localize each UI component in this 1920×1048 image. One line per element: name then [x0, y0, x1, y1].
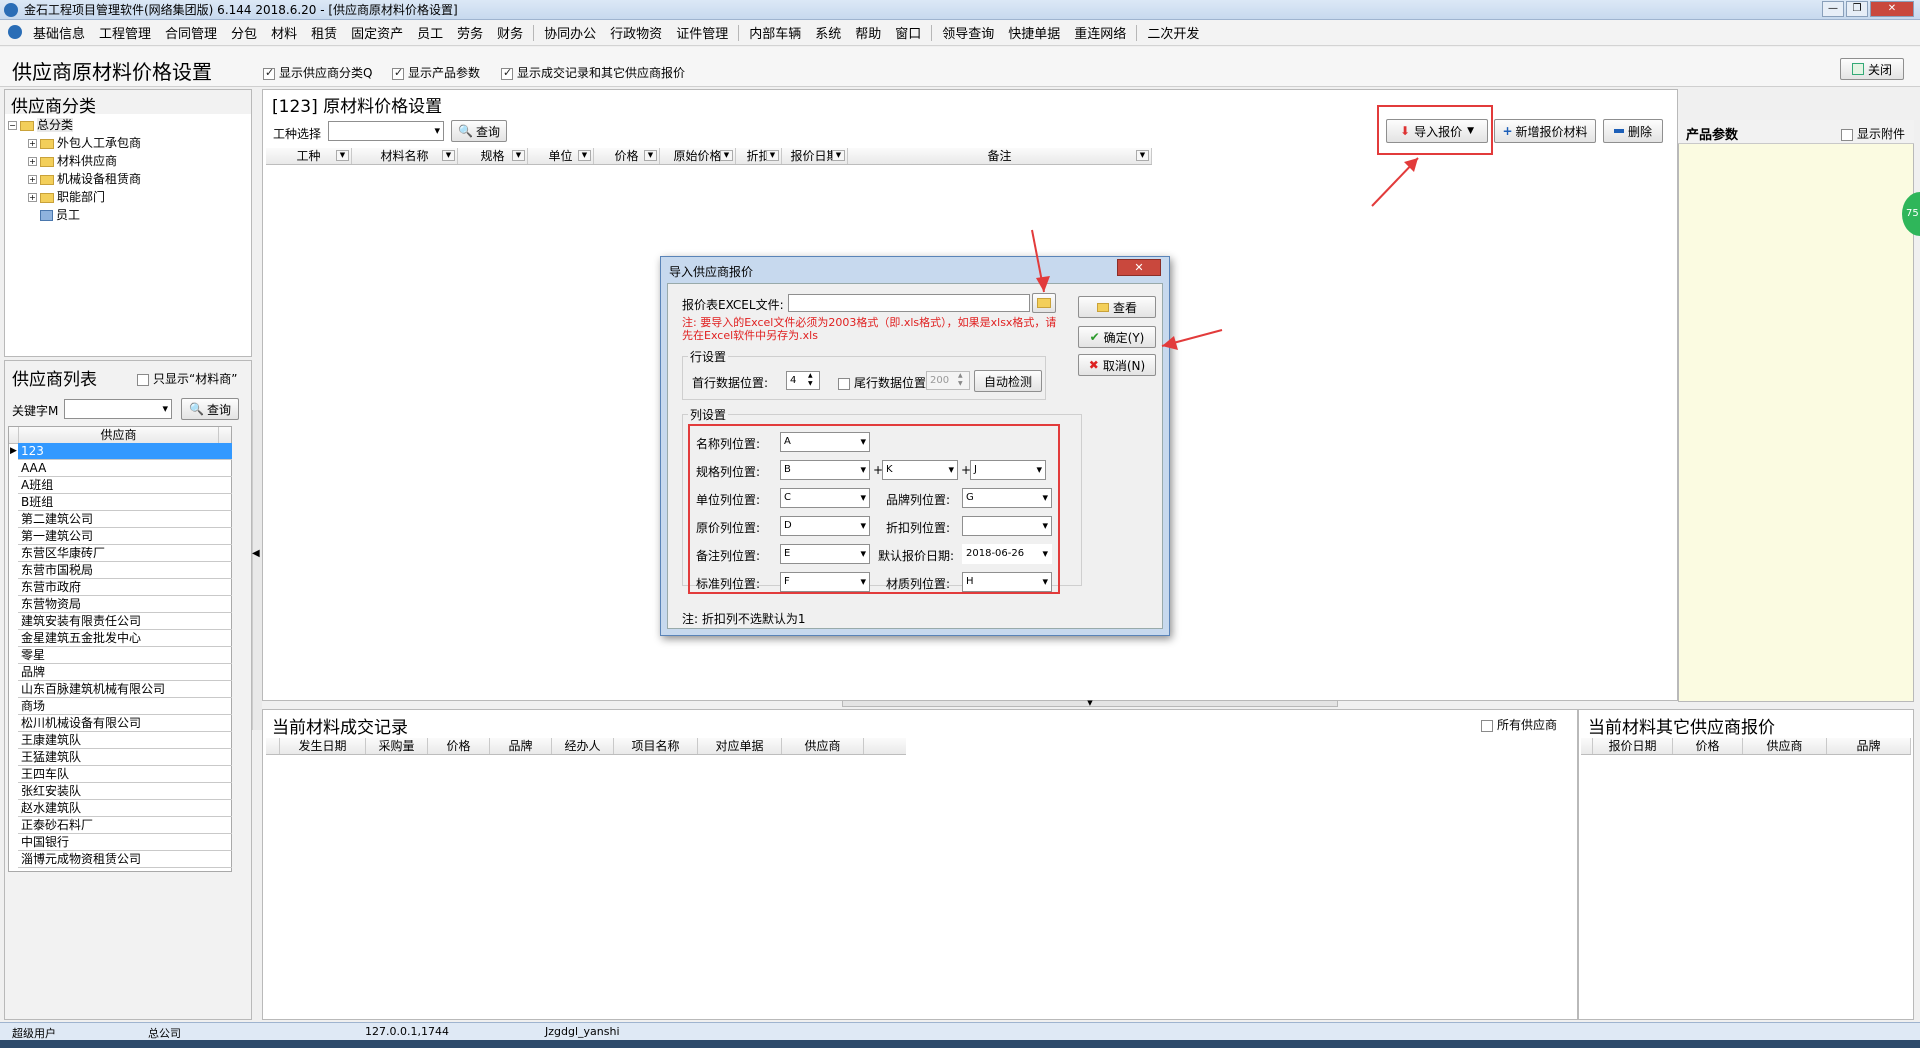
annotation-arrows: [1031, 157, 1419, 350]
arrowhead-browse: [1036, 276, 1050, 292]
arrowhead-ok: [1162, 336, 1178, 350]
